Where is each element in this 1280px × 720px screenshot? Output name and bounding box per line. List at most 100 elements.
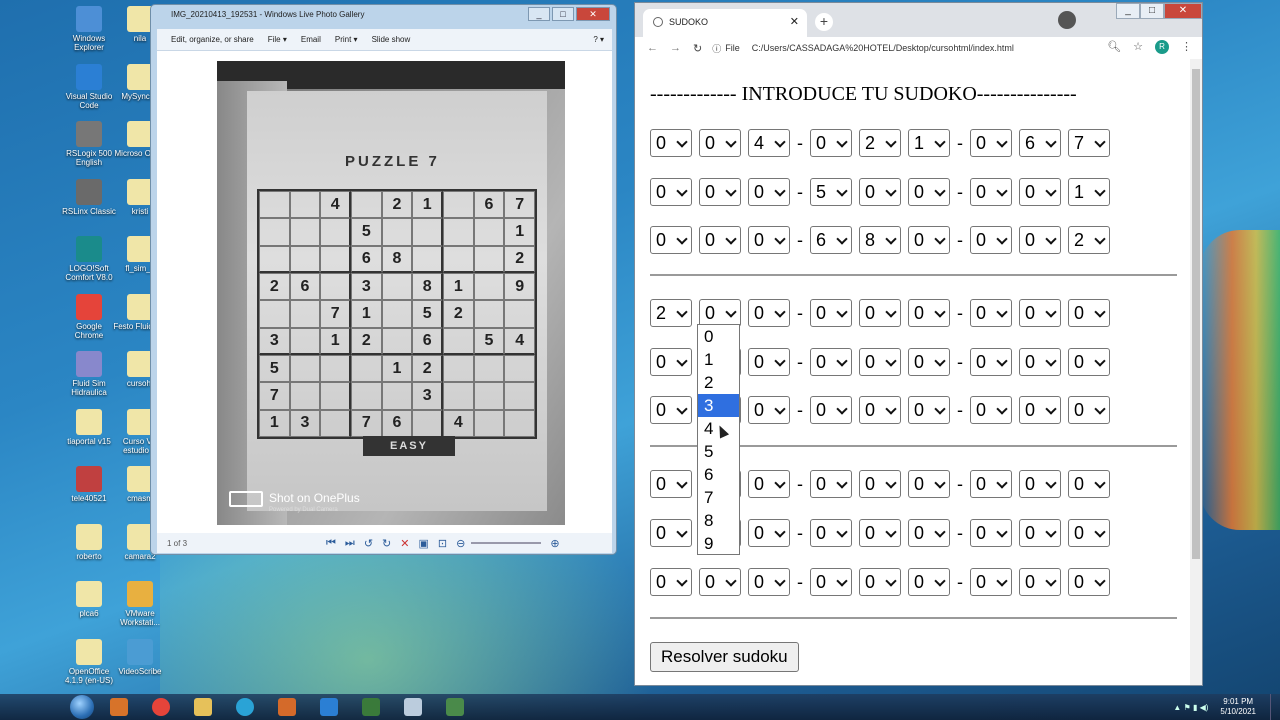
dropdown-option[interactable]: 3 bbox=[698, 394, 739, 417]
cell-select[interactable]: 0 bbox=[859, 470, 901, 498]
cell-select[interactable]: 0 bbox=[699, 178, 741, 206]
address-bar[interactable]: C:/Users/CASSADAGA%20HOTEL/Desktop/curso… bbox=[752, 43, 1014, 53]
cell-select[interactable]: 0 bbox=[859, 299, 901, 327]
cell-select[interactable]: 0 bbox=[970, 129, 1012, 157]
cell-select[interactable]: 0 bbox=[748, 470, 790, 498]
cell-select[interactable]: 0 bbox=[1019, 226, 1061, 254]
cell-select[interactable]: 0 bbox=[908, 470, 950, 498]
cell-select[interactable]: 0 bbox=[699, 129, 741, 157]
cell-select[interactable]: 0 bbox=[970, 178, 1012, 206]
cell-select[interactable]: 0 bbox=[810, 299, 852, 327]
cell-select[interactable]: 0 bbox=[1068, 299, 1110, 327]
cell-select[interactable]: 0 bbox=[650, 226, 692, 254]
cell-select[interactable]: 0 bbox=[970, 299, 1012, 327]
profile-avatar[interactable]: R bbox=[1155, 40, 1169, 54]
dropdown-option[interactable]: 9 bbox=[698, 532, 739, 555]
cell-select[interactable]: 0 bbox=[810, 348, 852, 376]
help-icon[interactable]: ? ▾ bbox=[593, 35, 604, 44]
cell-select[interactable]: 0 bbox=[908, 396, 950, 424]
desktop-icon[interactable]: VideoScribe bbox=[112, 638, 168, 676]
zoom-icon[interactable]: 🔍︎ bbox=[1107, 40, 1121, 54]
desktop-icon[interactable]: RSLogix 500 English bbox=[61, 121, 117, 167]
cell-select[interactable]: 0 bbox=[748, 299, 790, 327]
desktop-icon[interactable]: tiaportal v15 bbox=[61, 408, 117, 446]
cell-select[interactable]: 2 bbox=[650, 299, 692, 327]
desktop-icon[interactable]: tele40521 bbox=[61, 466, 117, 503]
cell-select[interactable]: 0 bbox=[748, 396, 790, 424]
cell-select[interactable]: 7 bbox=[1068, 129, 1110, 157]
gallery-menu-item[interactable]: Email bbox=[301, 35, 321, 44]
next-photo-icon[interactable]: ⏭ bbox=[345, 537, 355, 550]
new-tab-button[interactable]: + bbox=[815, 13, 833, 31]
desktop-icon[interactable]: Fluid Sim Hidraulica bbox=[61, 351, 117, 397]
cell-select[interactable]: 0 bbox=[908, 519, 950, 547]
cell-select[interactable]: 0 bbox=[908, 226, 950, 254]
cell-select[interactable]: 0 bbox=[810, 519, 852, 547]
dropdown-option[interactable]: 0 bbox=[698, 325, 739, 348]
cell-select[interactable]: 0 bbox=[1019, 470, 1061, 498]
tray-icons[interactable]: ▲ ⚑ ▮ ◀) bbox=[1173, 703, 1208, 712]
cell-select[interactable]: 0 bbox=[908, 348, 950, 376]
cell-select[interactable]: 0 bbox=[1068, 519, 1110, 547]
rotate-right-icon[interactable]: ↻ bbox=[382, 537, 391, 550]
close-tab-icon[interactable]: ✕ bbox=[790, 15, 799, 28]
slideshow-icon[interactable]: ▣ bbox=[418, 537, 428, 550]
taskbar-vscode[interactable] bbox=[312, 695, 346, 719]
gallery-menu-item[interactable]: Print ▾ bbox=[335, 35, 358, 44]
cell-select[interactable]: 0 bbox=[810, 568, 852, 596]
cell-select[interactable]: 0 bbox=[859, 568, 901, 596]
gallery-menu-item[interactable]: Edit, organize, or share bbox=[171, 35, 254, 44]
cell-select[interactable]: 0 bbox=[748, 568, 790, 596]
solve-sudoku-button[interactable]: Resolver sudoku bbox=[650, 642, 799, 672]
cell-select[interactable]: 0 bbox=[908, 568, 950, 596]
back-icon[interactable]: ← bbox=[647, 42, 658, 54]
profile-menu-icon[interactable] bbox=[1058, 11, 1076, 29]
taskbar-photo-gallery[interactable] bbox=[438, 695, 472, 719]
cell-select[interactable]: 8 bbox=[859, 226, 901, 254]
taskbar-chrome[interactable] bbox=[144, 695, 178, 719]
cell-select[interactable]: 0 bbox=[970, 470, 1012, 498]
dropdown-option[interactable]: 2 bbox=[698, 371, 739, 394]
cell-select[interactable]: 1 bbox=[1068, 178, 1110, 206]
cell-select[interactable]: 0 bbox=[810, 396, 852, 424]
cell-select[interactable]: 0 bbox=[970, 568, 1012, 596]
cell-select[interactable]: 0 bbox=[650, 470, 692, 498]
maximize-button[interactable]: □ bbox=[1140, 3, 1164, 19]
cell-select[interactable]: 0 bbox=[650, 519, 692, 547]
cell-select[interactable]: 0 bbox=[1019, 348, 1061, 376]
forward-icon[interactable]: → bbox=[670, 42, 681, 54]
taskbar-edge[interactable] bbox=[228, 695, 262, 719]
cell-select[interactable]: 0 bbox=[908, 178, 950, 206]
tab-sudoko[interactable]: SUDOKO ✕ bbox=[643, 9, 807, 37]
select-dropdown-list[interactable]: 0123456789 bbox=[697, 324, 740, 555]
desktop-icon[interactable]: OpenOffice 4.1.9 (en-US) bbox=[61, 638, 117, 685]
cell-select[interactable]: 0 bbox=[859, 348, 901, 376]
cell-select[interactable]: 2 bbox=[859, 129, 901, 157]
delete-icon[interactable]: ✕ bbox=[400, 537, 409, 550]
dropdown-option[interactable]: 1 bbox=[698, 348, 739, 371]
cell-select[interactable]: 0 bbox=[1068, 348, 1110, 376]
close-button[interactable]: ✕ bbox=[1164, 3, 1202, 19]
desktop-icon[interactable]: Visual Studio Code bbox=[61, 63, 117, 110]
zoom-in-icon[interactable]: ⊕ bbox=[550, 537, 559, 550]
cell-select[interactable]: 4 bbox=[748, 129, 790, 157]
cell-select[interactable]: 0 bbox=[1068, 568, 1110, 596]
taskbar-explorer[interactable] bbox=[186, 695, 220, 719]
cell-select[interactable]: 0 bbox=[699, 226, 741, 254]
actual-size-icon[interactable]: ⊡ bbox=[438, 537, 447, 550]
desktop-icon[interactable]: roberto bbox=[61, 523, 117, 561]
cell-select[interactable]: 0 bbox=[699, 299, 741, 327]
cell-select[interactable]: 0 bbox=[699, 568, 741, 596]
zoom-out-icon[interactable]: ⊖ bbox=[456, 537, 465, 550]
start-button[interactable] bbox=[70, 695, 94, 719]
desktop-icon[interactable]: VMware Workstati... bbox=[112, 581, 168, 627]
cell-select[interactable]: 5 bbox=[810, 178, 852, 206]
bookmark-star-icon[interactable]: ☆ bbox=[1133, 40, 1143, 54]
cell-select[interactable]: 0 bbox=[748, 348, 790, 376]
cell-select[interactable]: 0 bbox=[908, 299, 950, 327]
cell-select[interactable]: 0 bbox=[810, 470, 852, 498]
desktop-icon[interactable]: plca6 bbox=[61, 581, 117, 618]
clock[interactable]: 9:01 PM 5/10/2021 bbox=[1220, 697, 1256, 717]
dropdown-option[interactable]: 7 bbox=[698, 486, 739, 509]
cell-select[interactable]: 0 bbox=[650, 568, 692, 596]
